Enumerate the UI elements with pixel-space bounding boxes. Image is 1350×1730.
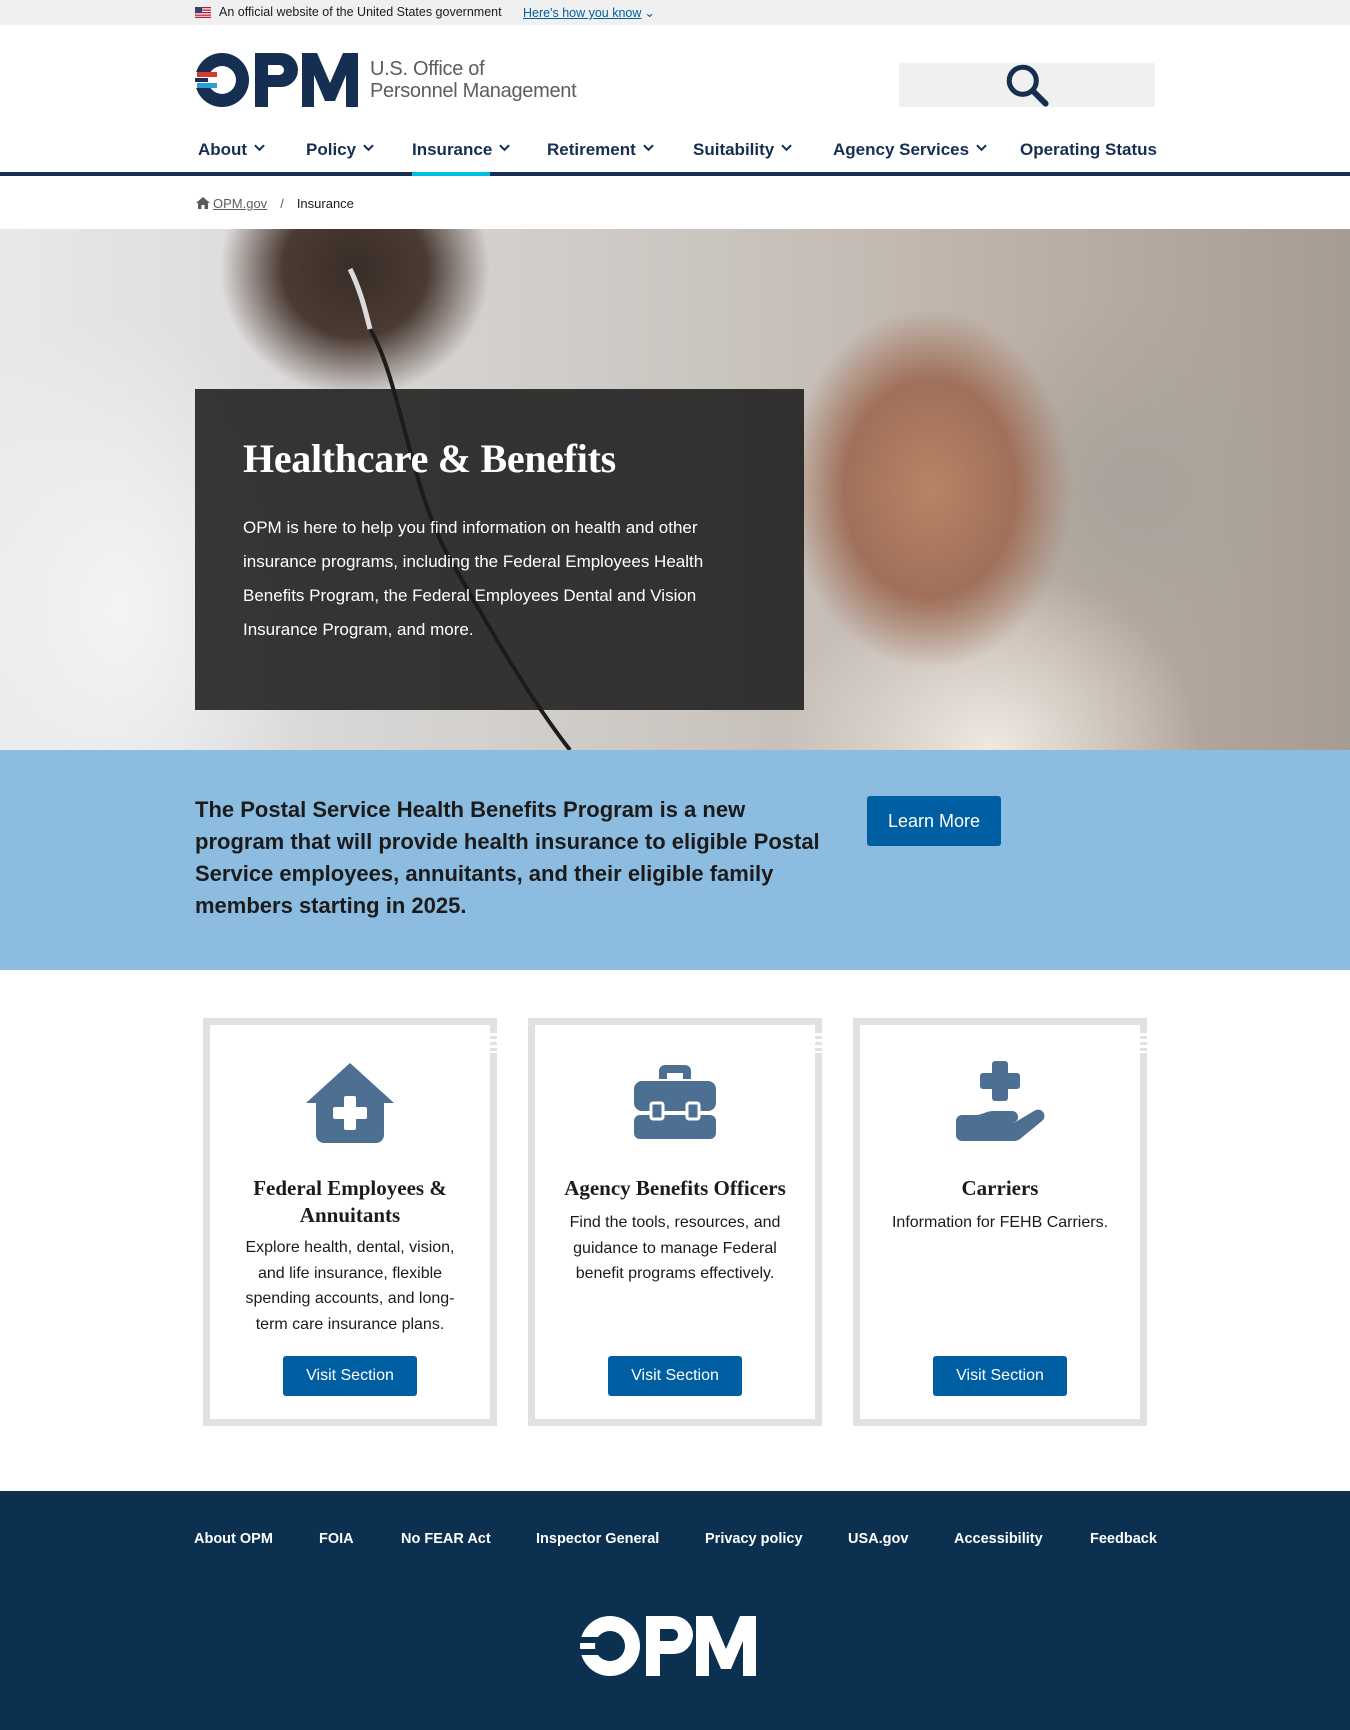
- home-icon: [196, 197, 210, 209]
- learn-more-button[interactable]: Learn More: [867, 796, 1001, 846]
- gov-banner: An official website of the United States…: [0, 0, 1350, 25]
- card-title: Agency Benefits Officers: [564, 1176, 786, 1200]
- footer-link-inspector-general[interactable]: Inspector General: [536, 1531, 659, 1547]
- pshb-announcement-text: The Postal Service Health Benefits Progr…: [195, 797, 820, 918]
- card-corner-decoration: [490, 1033, 497, 1053]
- house-medical-icon: [306, 1063, 394, 1143]
- hero-title: Healthcare & Benefits: [243, 436, 616, 481]
- nav-item-label: Insurance: [412, 140, 493, 159]
- chevron-down-icon: ⌄: [644, 6, 655, 20]
- chevron-down-icon: [781, 144, 793, 152]
- card-title: Carriers: [961, 1176, 1039, 1200]
- visit-section-button[interactable]: Visit Section: [283, 1356, 417, 1396]
- org-name-line2: Personnel Management: [370, 80, 577, 102]
- nav-item-label: Policy: [306, 140, 357, 159]
- card-corner-decoration: [815, 1033, 822, 1053]
- card-carriers: Carriers Information for FEHB Carriers. …: [853, 1018, 1147, 1426]
- card-title: Federal Employees & Annuitants: [253, 1176, 447, 1227]
- search-icon: [1006, 64, 1049, 107]
- footer-link-usa-gov[interactable]: USA.gov: [848, 1531, 908, 1547]
- opm-logo[interactable]: [195, 53, 365, 107]
- nav-item-label: About: [198, 140, 248, 159]
- page: An official website of the United States…: [0, 0, 1350, 1730]
- hero-text-box: Healthcare & Benefits OPM is here to hel…: [195, 389, 804, 710]
- nav-item-insurance[interactable]: Insurance: [412, 140, 511, 176]
- nav-item-policy[interactable]: Policy: [306, 140, 374, 160]
- chevron-down-icon: [254, 144, 265, 152]
- chevron-down-icon: [976, 144, 987, 152]
- card-agency-benefits-officers: Agency Benefits Officers Find the tools,…: [528, 1018, 822, 1426]
- card-description: Information for FEHB Carriers.: [891, 1214, 1109, 1231]
- nav-item-about[interactable]: About: [198, 140, 265, 160]
- org-name-line1: U.S. Office of: [370, 58, 485, 80]
- footer-link-about-opm[interactable]: About OPM: [194, 1531, 273, 1547]
- card-description: Find the tools, resources, and guidance …: [569, 1214, 781, 1282]
- footer-link-no-fear-act[interactable]: No FEAR Act: [401, 1531, 491, 1547]
- pshb-announcement: The Postal Service Health Benefits Progr…: [0, 750, 1350, 970]
- hand-holding-medical-icon: [956, 1061, 1045, 1141]
- nav-item-label: Retirement: [547, 140, 636, 159]
- card-description: Explore health, dental, vision, and life…: [245, 1239, 455, 1333]
- footer: About OPM FOIA No FEAR Act Inspector Gen…: [0, 1491, 1350, 1730]
- breadcrumb-current: Insurance: [296, 196, 354, 211]
- nav-item-operating-status[interactable]: Operating Status: [1020, 140, 1157, 160]
- chevron-down-icon: [643, 144, 654, 152]
- card-corner-decoration: [1140, 1033, 1147, 1053]
- visit-section-button[interactable]: Visit Section: [933, 1356, 1067, 1396]
- nav-item-agency-services[interactable]: Agency Services: [833, 140, 987, 160]
- main-nav: About Policy Insurance Retirement Suitab…: [0, 126, 1350, 176]
- nav-item-retirement[interactable]: Retirement: [547, 140, 654, 160]
- us-flag-icon: [195, 7, 211, 18]
- footer-link-feedback[interactable]: Feedback: [1090, 1531, 1157, 1547]
- card-federal-employees: Federal Employees & Annuitants Explore h…: [203, 1018, 497, 1426]
- nav-item-suitability[interactable]: Suitability: [693, 140, 793, 160]
- footer-link-foia[interactable]: FOIA: [319, 1531, 354, 1547]
- nav-item-label: Operating Status: [1020, 140, 1157, 159]
- toolbox-icon: [634, 1065, 716, 1139]
- visit-section-button[interactable]: Visit Section: [608, 1356, 742, 1396]
- opm-footer-logo[interactable]: [580, 1616, 764, 1676]
- how-you-know-link[interactable]: Here's how you know ⌄: [523, 5, 655, 20]
- footer-link-accessibility[interactable]: Accessibility: [954, 1531, 1043, 1547]
- breadcrumb: OPM.gov / Insurance: [196, 196, 354, 211]
- how-you-know-label: Here's how you know: [523, 6, 642, 20]
- nav-item-label: Suitability: [693, 140, 775, 159]
- chevron-down-icon: [363, 144, 374, 152]
- breadcrumb-home-link[interactable]: OPM.gov: [213, 196, 267, 211]
- breadcrumb-separator: /: [280, 196, 284, 211]
- chevron-down-icon: [499, 144, 511, 152]
- hero-description: OPM is here to help you find information…: [243, 518, 704, 639]
- official-site-text: An official website of the United States…: [219, 5, 502, 19]
- nav-item-label: Agency Services: [833, 140, 970, 159]
- footer-link-privacy-policy[interactable]: Privacy policy: [705, 1531, 803, 1547]
